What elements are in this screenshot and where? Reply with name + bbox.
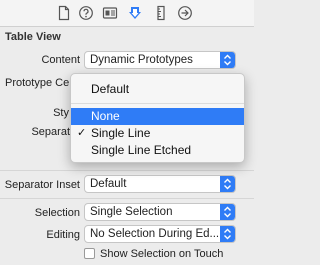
chevron-updown-icon <box>220 176 235 192</box>
show-selection-label: Show Selection on Touch <box>100 248 224 260</box>
section-title: Table View <box>5 31 61 43</box>
chevron-updown-icon <box>220 52 235 68</box>
identity-icon[interactable] <box>102 5 118 21</box>
show-selection-checkbox[interactable] <box>84 248 95 259</box>
editing-label: Editing <box>46 229 80 241</box>
checkmark-icon: ✓ <box>77 127 87 139</box>
editing-value: No Selection During Ed... <box>90 228 220 240</box>
selection-popup[interactable]: Single Selection <box>84 203 236 221</box>
separator-style-menu: Default None ✓ Single Line Single Line Et… <box>70 73 245 163</box>
inspector-toolbar <box>0 0 254 27</box>
editing-popup[interactable]: No Selection During Ed... <box>84 225 236 243</box>
separator-inset-popup[interactable]: Default <box>84 175 236 193</box>
menu-item-label: Single Line Etched <box>91 143 192 157</box>
selection-label: Selection <box>34 207 80 219</box>
prototype-cells-label: Prototype Cel <box>5 77 72 89</box>
menu-item-single-line[interactable]: ✓ Single Line <box>71 125 244 142</box>
file-icon[interactable] <box>56 5 72 21</box>
connections-icon[interactable] <box>177 5 193 21</box>
selection-value: Single Selection <box>90 206 173 218</box>
content-popup[interactable]: Dynamic Prototypes <box>84 51 236 69</box>
style-label: Sty <box>53 107 69 119</box>
menu-item-label: Single Line <box>91 126 151 140</box>
chevron-updown-icon <box>220 204 235 220</box>
divider <box>0 198 254 199</box>
content-value: Dynamic Prototypes <box>90 54 193 66</box>
menu-item-label: None <box>91 109 120 123</box>
content-label: Content <box>41 54 80 66</box>
attributes-icon[interactable] <box>127 5 143 21</box>
menu-item-label: Default <box>91 82 130 96</box>
size-icon[interactable] <box>153 5 169 21</box>
separator-label: Separat <box>31 126 70 138</box>
menu-divider <box>71 103 244 104</box>
divider <box>0 170 254 171</box>
chevron-updown-icon <box>220 226 235 242</box>
menu-item-none[interactable]: None <box>71 108 244 125</box>
menu-item-single-line-etched[interactable]: Single Line Etched <box>71 142 244 159</box>
menu-item-default[interactable]: Default <box>71 81 244 98</box>
separator-inset-value: Default <box>90 178 127 190</box>
separator-inset-label: Separator Inset <box>4 179 80 191</box>
help-icon[interactable] <box>78 5 94 21</box>
